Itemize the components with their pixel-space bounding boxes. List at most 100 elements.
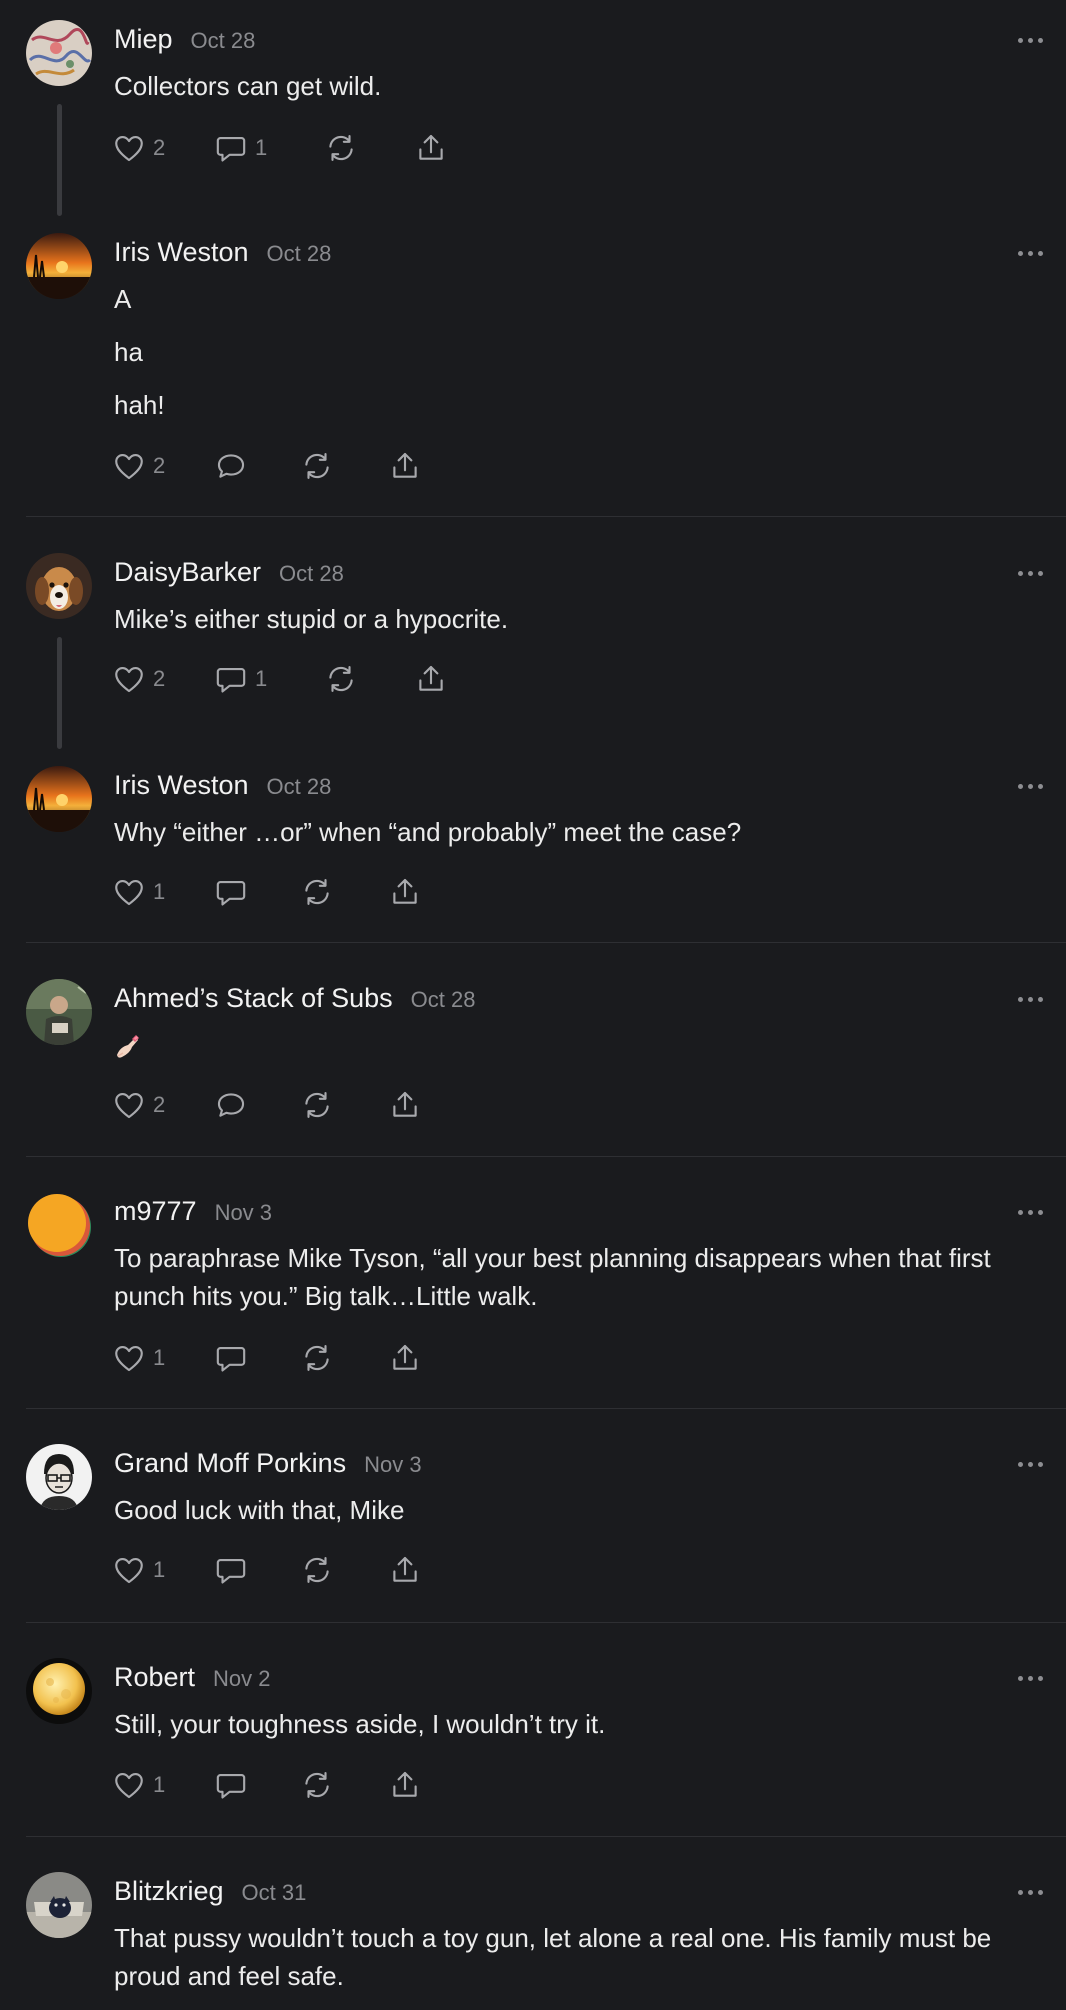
more-options-button[interactable] <box>1010 987 1050 1011</box>
like-button[interactable]: 2 <box>112 128 214 168</box>
restack-button[interactable] <box>300 1085 388 1125</box>
like-count: 2 <box>153 1092 166 1117</box>
more-options-button[interactable] <box>1010 1880 1050 1904</box>
action-bar: 2 1 <box>112 659 454 699</box>
comment-header: Ahmed’s Stack of Subs Oct 28 <box>114 983 475 1014</box>
comment-text <box>114 1026 1036 1064</box>
share-button[interactable] <box>388 872 428 912</box>
restack-button[interactable] <box>324 128 414 168</box>
share-icon <box>393 1344 417 1370</box>
more-options-button[interactable] <box>1010 28 1050 52</box>
comment-date[interactable]: Nov 2 <box>213 1666 270 1692</box>
share-button[interactable] <box>388 1085 428 1125</box>
share-button[interactable] <box>388 1338 428 1378</box>
share-button[interactable] <box>388 1765 428 1805</box>
comment-header: Iris Weston Oct 28 <box>114 770 331 801</box>
restack-button[interactable] <box>300 446 388 486</box>
avatar[interactable] <box>26 1658 92 1724</box>
like-button[interactable]: 2 <box>112 446 214 486</box>
author-name[interactable]: Ahmed’s Stack of Subs <box>114 983 393 1014</box>
like-button[interactable]: 2 <box>112 1085 214 1125</box>
comment-bubble-icon <box>216 1559 246 1584</box>
comment-date[interactable]: Nov 3 <box>364 1452 421 1478</box>
like-count: 1 <box>153 879 166 904</box>
reply-button[interactable] <box>214 1085 300 1125</box>
restack-button[interactable] <box>300 872 388 912</box>
action-bar: 1 <box>112 1338 428 1378</box>
more-options-button[interactable] <box>1010 561 1050 585</box>
share-icon <box>393 878 417 904</box>
author-name[interactable]: Iris Weston <box>114 770 249 801</box>
share-button[interactable] <box>388 1550 428 1590</box>
like-count: 1 <box>153 1345 166 1370</box>
comment-header: Miep Oct 28 <box>114 24 255 55</box>
reply-button[interactable] <box>214 1765 300 1805</box>
restack-icon <box>305 453 329 479</box>
divider <box>26 1622 1066 1623</box>
reply-button[interactable] <box>214 1550 300 1590</box>
reply-button[interactable] <box>214 446 300 486</box>
more-options-button[interactable] <box>1010 1200 1050 1224</box>
restack-button[interactable] <box>324 659 414 699</box>
restack-icon <box>329 666 353 692</box>
reply-count: 1 <box>255 135 268 160</box>
avatar[interactable] <box>26 233 92 299</box>
avatar[interactable] <box>26 1192 92 1258</box>
comment-date[interactable]: Oct 28 <box>267 774 332 800</box>
share-button[interactable] <box>414 128 454 168</box>
like-button[interactable]: 1 <box>112 1550 214 1590</box>
comment-text: That pussy wouldn’t touch a toy gun, let… <box>114 1923 992 1991</box>
more-options-button[interactable] <box>1010 1666 1050 1690</box>
comment-date[interactable]: Oct 28 <box>279 561 344 587</box>
restack-button[interactable] <box>300 1765 388 1805</box>
author-name[interactable]: Blitzkrieg <box>114 1876 224 1907</box>
avatar[interactable] <box>26 1872 92 1938</box>
like-count: 2 <box>153 135 166 160</box>
comment-date[interactable]: Oct 28 <box>191 28 256 54</box>
like-button[interactable]: 1 <box>112 1338 214 1378</box>
like-button[interactable]: 1 <box>112 1765 214 1805</box>
more-options-button[interactable] <box>1010 774 1050 798</box>
like-count: 1 <box>153 1772 166 1797</box>
restack-button[interactable] <box>300 1550 388 1590</box>
comment-date[interactable]: Oct 28 <box>267 241 332 267</box>
more-options-button[interactable] <box>1010 1452 1050 1476</box>
share-button[interactable] <box>388 446 428 486</box>
author-name[interactable]: m9777 <box>114 1196 197 1227</box>
comment-date[interactable]: Oct 31 <box>242 1880 307 1906</box>
author-name[interactable]: Miep <box>114 24 173 55</box>
like-button[interactable]: 1 <box>112 872 214 912</box>
comment-date[interactable]: Oct 28 <box>411 987 476 1013</box>
like-button[interactable]: 2 <box>112 659 214 699</box>
avatar[interactable] <box>26 1444 92 1510</box>
divider <box>26 942 1066 943</box>
comment-date[interactable]: Nov 3 <box>215 1200 272 1226</box>
restack-button[interactable] <box>300 1338 388 1378</box>
reply-button[interactable] <box>214 872 300 912</box>
comment-header: m9777 Nov 3 <box>114 1196 272 1227</box>
avatar-image <box>26 766 92 832</box>
comment-text: Why “either …or” when “and probably” mee… <box>114 817 742 847</box>
more-options-button[interactable] <box>1010 241 1050 265</box>
comment-bubble-icon <box>216 881 246 906</box>
reply-button[interactable]: 1 <box>214 128 324 168</box>
avatar[interactable] <box>26 766 92 832</box>
reply-button[interactable]: 1 <box>214 659 324 699</box>
reply-button[interactable] <box>214 1338 300 1378</box>
author-name[interactable]: Grand Moff Porkins <box>114 1448 346 1479</box>
share-button[interactable] <box>414 659 454 699</box>
comment-text: A <box>114 284 132 314</box>
share-icon <box>393 452 417 478</box>
author-name[interactable]: Iris Weston <box>114 237 249 268</box>
like-count: 1 <box>153 1557 166 1582</box>
avatar-image <box>26 1444 92 1510</box>
comment-bubble-icon <box>216 137 246 162</box>
action-bar: 2 <box>112 446 428 486</box>
avatar[interactable] <box>26 979 92 1045</box>
comment-text: To paraphrase Mike Tyson, “all your best… <box>114 1243 991 1311</box>
avatar[interactable] <box>26 20 92 86</box>
action-bar: 2 <box>112 1085 428 1125</box>
author-name[interactable]: Robert <box>114 1662 195 1693</box>
avatar[interactable] <box>26 553 92 619</box>
author-name[interactable]: DaisyBarker <box>114 557 261 588</box>
